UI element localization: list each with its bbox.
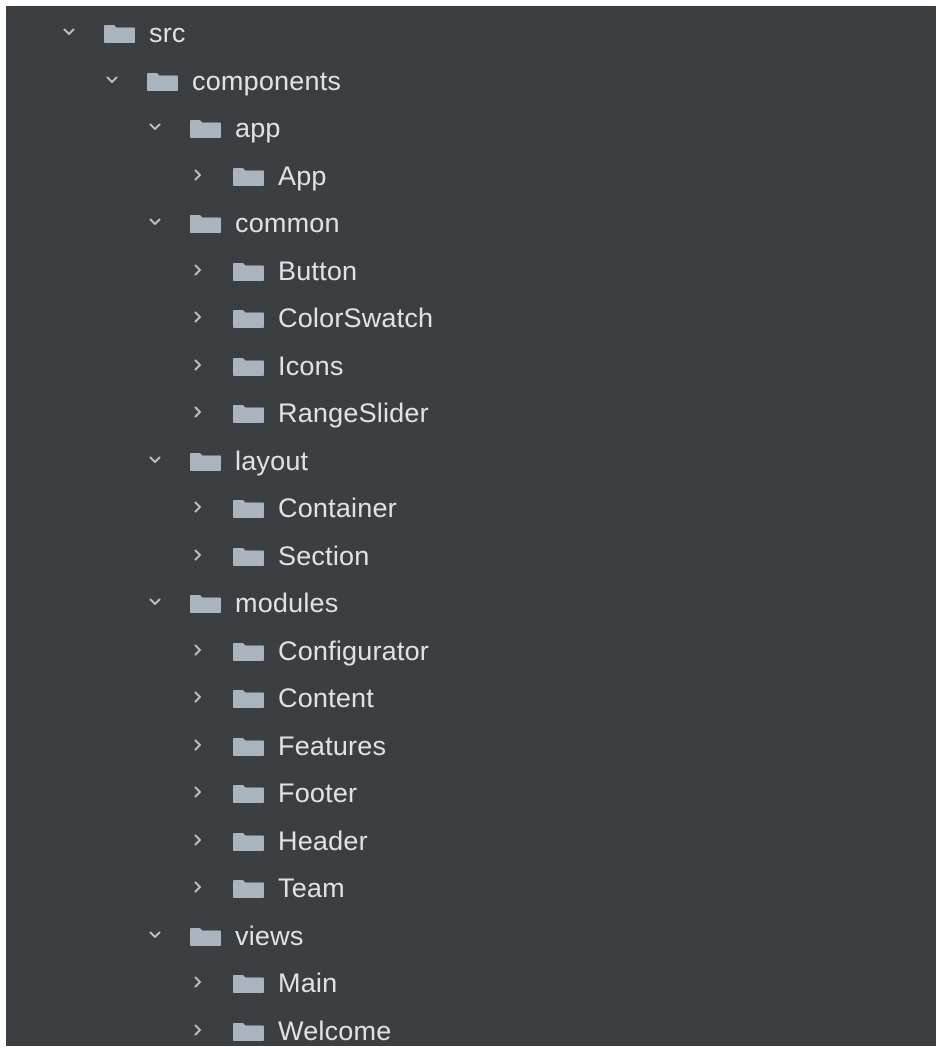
folder-icon (233, 310, 264, 328)
tree-item-icons[interactable]: Icons (6, 342, 936, 389)
tree-item-label: Features (278, 730, 387, 761)
chevron-down-icon[interactable] (149, 454, 161, 466)
tree-item-app[interactable]: App (6, 152, 936, 199)
tree-item-label: Main (278, 968, 338, 998)
tree-item-section[interactable]: Section (6, 532, 936, 579)
chevron-right-icon[interactable] (192, 501, 204, 513)
chevron-right-icon[interactable] (192, 169, 204, 181)
chevron-right-icon[interactable] (192, 786, 204, 798)
tree-item-src[interactable]: src (6, 9, 936, 56)
tree-item-label: Content (278, 683, 374, 713)
tree-item-label: app (235, 113, 281, 143)
folder-icon (190, 595, 221, 613)
tree-item-label: App (278, 160, 327, 191)
chevron-right-icon[interactable] (192, 359, 204, 371)
tree-item-features[interactable]: Features (6, 722, 936, 769)
chevron-down-icon[interactable] (149, 929, 161, 941)
tree-item-label: RangeSlider (278, 398, 429, 428)
chevron-right-icon[interactable] (192, 881, 204, 893)
tree-item-container[interactable]: Container (6, 484, 936, 531)
tree-item-label: layout (235, 445, 309, 476)
tree-item-button[interactable]: Button (6, 247, 936, 294)
tree-item-label: components (192, 65, 342, 96)
tree-item-team[interactable]: Team (6, 864, 936, 911)
folder-icon (233, 832, 264, 851)
chevron-right-icon[interactable] (192, 549, 204, 561)
tree-item-app[interactable]: app (6, 104, 936, 151)
folder-icon (233, 547, 264, 566)
tree-item-label: common (235, 208, 340, 238)
chevron-right-icon[interactable] (192, 739, 204, 751)
tree-item-label: Container (278, 493, 397, 523)
folder-icon (233, 167, 264, 186)
tree-item-label: Team (278, 873, 345, 903)
folder-icon (233, 357, 264, 376)
tree-item-configurator[interactable]: Configurator (6, 627, 936, 674)
tree-item-label: ColorSwatch (278, 303, 434, 333)
chevron-down-icon[interactable] (149, 596, 161, 608)
tree-item-colorswatch[interactable]: ColorSwatch (6, 294, 936, 341)
tree-item-footer[interactable]: Footer (6, 769, 936, 816)
chevron-right-icon[interactable] (192, 406, 204, 418)
tree-item-label: Configurator (278, 635, 429, 666)
chevron-right-icon[interactable] (192, 976, 204, 988)
tree-item-label: Welcome (278, 1015, 392, 1046)
tree-item-content[interactable]: Content (6, 674, 936, 721)
folder-icon (233, 405, 264, 423)
folder-icon (233, 880, 264, 898)
tree-item-modules[interactable]: modules (6, 579, 936, 626)
folder-icon (104, 25, 135, 43)
tree-item-label: Icons (278, 350, 344, 381)
folder-icon (233, 785, 264, 803)
tree-item-header[interactable]: Header (6, 817, 936, 864)
chevron-right-icon[interactable] (192, 834, 204, 846)
folder-icon (233, 975, 264, 993)
chevron-right-icon[interactable] (192, 264, 204, 276)
folder-icon (233, 642, 264, 661)
tree-item-layout[interactable]: layout (6, 437, 936, 484)
folder-icon (233, 737, 264, 756)
folder-icon (233, 1022, 264, 1041)
folder-icon (190, 215, 221, 233)
folder-icon (190, 452, 221, 471)
tree-item-main[interactable]: Main (6, 959, 936, 1006)
chevron-right-icon[interactable] (192, 644, 204, 656)
tree-item-common[interactable]: common (6, 199, 936, 246)
chevron-right-icon[interactable] (192, 1024, 204, 1036)
chevron-right-icon[interactable] (192, 691, 204, 703)
tree-item-label: Button (278, 255, 358, 286)
folder-icon (190, 120, 221, 138)
chevron-down-icon[interactable] (63, 26, 75, 38)
project-tree-panel: src components app App common Button ColorSwat… (6, 6, 936, 1046)
tree-item-label: Header (278, 825, 368, 856)
tree-item-label: Section (278, 540, 370, 571)
folder-icon (190, 927, 221, 946)
folder-icon (147, 72, 178, 91)
folder-icon (233, 690, 264, 708)
chevron-right-icon[interactable] (192, 311, 204, 323)
tree-item-welcome[interactable]: Welcome (6, 1007, 936, 1047)
chevron-down-icon[interactable] (149, 216, 161, 228)
tree-item-views[interactable]: views (6, 912, 936, 959)
folder-icon (233, 500, 264, 518)
chevron-down-icon[interactable] (149, 121, 161, 133)
tree-item-rangeslider[interactable]: RangeSlider (6, 389, 936, 436)
tree-item-label: modules (235, 588, 339, 618)
tree-item-components[interactable]: components (6, 57, 936, 104)
tree-item-label: src (149, 18, 186, 48)
tree-item-label: Footer (278, 778, 358, 808)
chevron-down-icon[interactable] (106, 74, 118, 86)
folder-icon (233, 262, 264, 281)
tree-item-label: views (235, 920, 304, 951)
